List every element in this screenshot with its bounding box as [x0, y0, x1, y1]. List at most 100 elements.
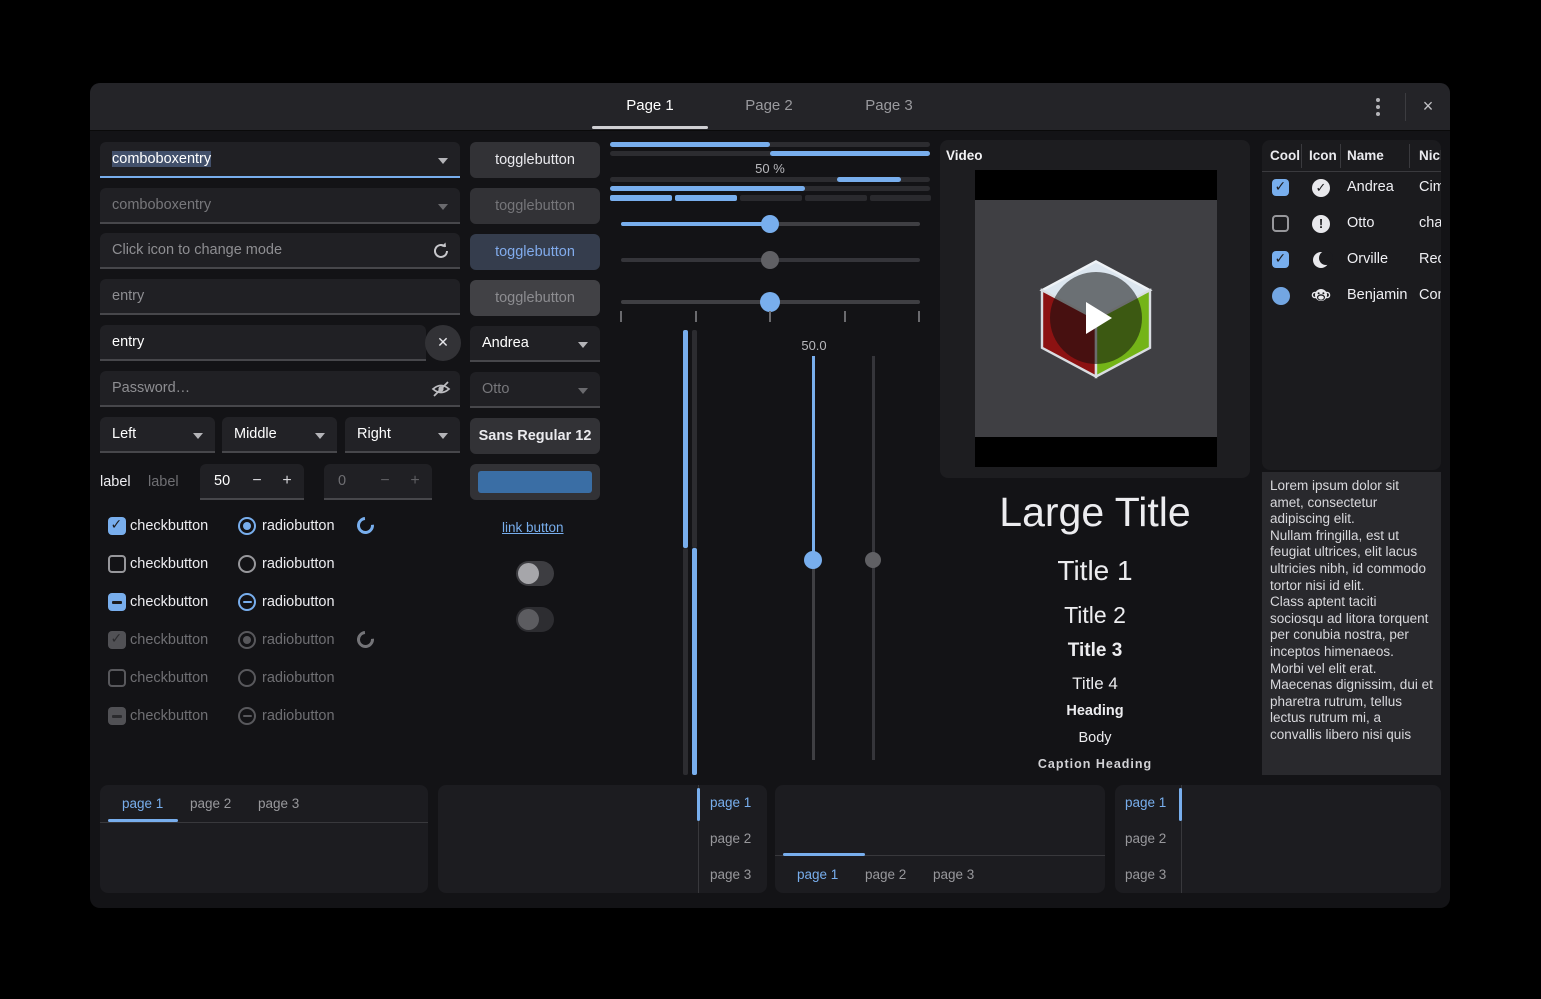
column-cool[interactable]: Cool [1270, 140, 1300, 171]
comboboxentry-disabled: comboboxentry [100, 188, 460, 224]
chevron-down-icon [438, 433, 448, 439]
nb1-tab-page2[interactable]: page 2 [190, 796, 231, 811]
spin-plus-button[interactable]: + [272, 464, 302, 498]
notebook-tabs-left: page 1 page 2 page 3 [1115, 785, 1441, 893]
comboboxentry-selected-text: comboboxentry [112, 151, 211, 167]
menu-button[interactable] [1362, 91, 1394, 123]
kebab-menu-icon [1376, 98, 1380, 102]
nb1-tab-page1[interactable]: page 1 [122, 796, 163, 811]
levelbar-segment [805, 195, 867, 201]
checkbutton-unchecked[interactable] [108, 555, 126, 573]
title2-label: Title 2 [1064, 602, 1126, 629]
headerbar: Page 1 Page 2 Page 3 × [90, 83, 1450, 131]
password-entry[interactable]: Password… [100, 371, 460, 407]
vslider-fill [812, 356, 815, 560]
combobox-names-disabled: Otto [470, 372, 600, 408]
spinner-icon [354, 514, 378, 538]
togglebutton-active[interactable]: togglebutton [470, 234, 600, 270]
spinbutton[interactable]: 50 − + [200, 464, 304, 500]
widget-factory-window: Page 1 Page 2 Page 3 × comboboxentry com… [90, 83, 1450, 908]
tab-page-1[interactable]: Page 1 [590, 83, 710, 131]
heading-label: Heading [1066, 703, 1123, 719]
row-check-blob[interactable] [1272, 287, 1290, 305]
color-swatch [478, 471, 592, 493]
nb3-tab-page3[interactable]: page 3 [933, 867, 974, 882]
nb1-tab-page3[interactable]: page 3 [258, 796, 299, 811]
slider-mark [695, 311, 697, 322]
chevron-down-icon [438, 204, 448, 210]
tab-page-2[interactable]: Page 2 [709, 83, 829, 131]
nb3-tab-page1[interactable]: page 1 [797, 867, 838, 882]
mode-entry[interactable]: Click icon to change mode [100, 233, 460, 269]
header-divider [1405, 93, 1406, 121]
hslider-marks-knob[interactable] [760, 292, 780, 312]
color-button[interactable] [470, 464, 600, 500]
nb4-tab-page1[interactable]: page 1 [1125, 795, 1166, 810]
row-checkbox-checked[interactable] [1272, 251, 1289, 268]
font-button[interactable]: Sans Regular 12 [470, 418, 600, 454]
label-disabled: label [148, 474, 179, 490]
dropdown-left[interactable]: Left [100, 417, 215, 453]
nb4-active-indicator [1179, 788, 1182, 821]
dropdown-right[interactable]: Right [345, 417, 460, 453]
row-checkbox-checked[interactable] [1272, 179, 1289, 196]
progressbar-rtl [610, 151, 930, 156]
notebook-tabs-top: page 1 page 2 page 3 [100, 785, 428, 893]
hslider-knob[interactable] [761, 215, 779, 233]
title4-label: Title 4 [1072, 674, 1118, 694]
vslider-knob[interactable] [804, 551, 822, 569]
dropdown-middle[interactable]: Middle [222, 417, 337, 453]
tab-page-3[interactable]: Page 3 [829, 83, 949, 131]
switch-off-disabled [516, 607, 554, 632]
spin-plus-button: + [400, 464, 430, 498]
nb2-tab-page2[interactable]: page 2 [710, 831, 751, 846]
link-button[interactable]: link button [502, 520, 564, 535]
close-button[interactable]: × [1412, 91, 1444, 123]
column-nick[interactable]: Nick [1419, 140, 1441, 171]
radiobutton-unselected[interactable] [238, 555, 256, 573]
comboboxentry-focused[interactable]: comboboxentry [100, 142, 460, 178]
checkbutton-checked[interactable] [108, 517, 126, 535]
title1-label: Title 1 [1057, 555, 1132, 587]
togglebutton[interactable]: togglebutton [470, 142, 600, 178]
lorem-textview[interactable]: Lorem ipsum dolor sit amet, consectetur … [1262, 472, 1441, 775]
levelbar-segment [675, 195, 737, 201]
nb4-tab-page2[interactable]: page 2 [1125, 831, 1166, 846]
chevron-down-icon [578, 342, 588, 348]
checkbutton-indeterminate[interactable] [108, 593, 126, 611]
vslider-track[interactable] [812, 560, 815, 760]
body-label: Body [1078, 730, 1111, 746]
radiobutton-indeterminate-disabled [238, 707, 256, 725]
chevron-down-icon[interactable] [438, 158, 448, 164]
nb2-tab-page1[interactable]: page 1 [710, 795, 751, 810]
spin-minus-button[interactable]: − [242, 464, 272, 498]
combobox-names[interactable]: Andrea [470, 326, 600, 362]
large-title-label: Large Title [999, 489, 1190, 536]
column-name[interactable]: Name [1347, 140, 1384, 171]
exclamation-circle-icon: ! [1312, 215, 1330, 233]
entry-empty[interactable]: entry [100, 279, 460, 315]
nb4-tab-page3[interactable]: page 3 [1125, 867, 1166, 882]
play-icon [1086, 302, 1112, 334]
table-header: Cool Icon Name Nick [1262, 140, 1441, 172]
radiobutton-indeterminate[interactable] [238, 593, 256, 611]
switch-off[interactable] [516, 561, 554, 586]
nb2-active-indicator [697, 788, 700, 821]
caption-heading-label: Caption Heading [1038, 757, 1152, 771]
slider-mark [918, 311, 920, 322]
radiobutton-selected[interactable] [238, 517, 256, 535]
levelbar-segment [610, 195, 672, 201]
row-checkbox-unchecked[interactable] [1272, 215, 1289, 232]
clear-entry-button[interactable]: ✕ [425, 325, 461, 361]
chevron-down-icon [193, 433, 203, 439]
entry-with-text[interactable]: entry [100, 325, 426, 361]
play-button[interactable] [1050, 272, 1142, 364]
column-icon[interactable]: Icon [1309, 140, 1337, 171]
nb2-tab-page3[interactable]: page 3 [710, 867, 751, 882]
nb3-tab-page2[interactable]: page 2 [865, 867, 906, 882]
eye-slash-icon[interactable] [430, 378, 452, 400]
progressbar-ltr [610, 142, 930, 147]
refresh-icon[interactable] [430, 240, 452, 262]
video-player[interactable] [975, 170, 1217, 467]
togglebutton-disabled: togglebutton [470, 188, 600, 224]
